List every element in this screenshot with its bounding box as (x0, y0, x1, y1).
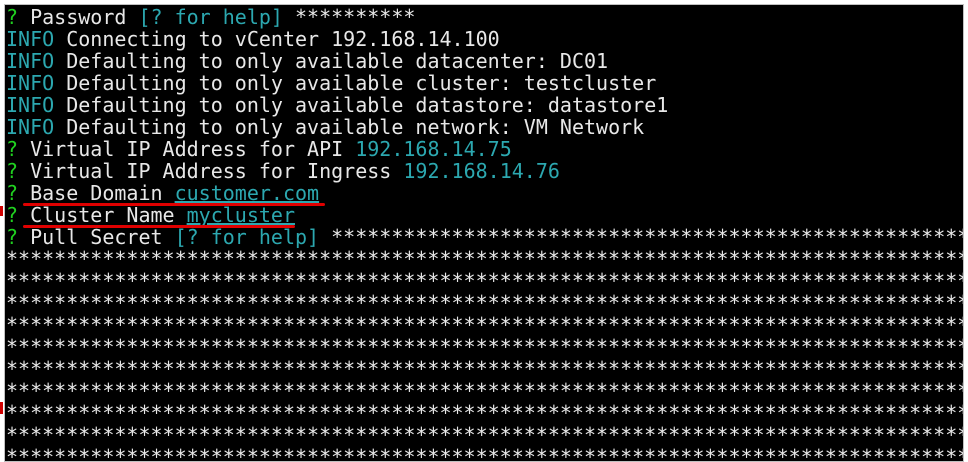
info-text: Defaulting to only available datacenter:… (66, 49, 609, 73)
info-text: Defaulting to only available cluster: te… (66, 71, 657, 95)
masked-secret-row: ****************************************… (6, 248, 963, 270)
vip-api-label: Virtual IP Address for API (30, 137, 344, 161)
info-text: Connecting to vCenter 192.168.14.100 (66, 27, 500, 51)
prompt-mark: ? (6, 159, 19, 183)
prompt-mark: ? (6, 226, 19, 248)
vip-ingress-value: 192.168.14.76 (403, 159, 560, 183)
vip-api-line: ? Virtual IP Address for API 192.168.14.… (5, 138, 963, 160)
base-domain-label: Base Domain (30, 181, 163, 205)
vip-ingress-label: Virtual IP Address for Ingress (30, 159, 392, 183)
masked-secret-row: ****************************************… (6, 358, 963, 380)
vip-api-value: 192.168.14.75 (355, 137, 512, 161)
info-line: INFO Defaulting to only available datast… (5, 94, 963, 116)
prompt-mark: ? (6, 137, 19, 161)
cluster-name-line: ? Cluster Name mycluster (5, 203, 963, 228)
help-hint: [? for help] (138, 5, 283, 29)
info-tag: INFO (6, 93, 55, 117)
masked-secret-row: ****************************************… (6, 380, 963, 402)
info-text: Defaulting to only available datastore: … (66, 93, 669, 117)
cluster-name-label: Cluster Name (30, 203, 175, 227)
base-domain-value: customer.com (174, 181, 320, 205)
terminal-window[interactable]: ? Password [? for help] ********** INFO … (4, 4, 964, 462)
left-edge-marker (0, 402, 3, 414)
masked-secret-row: ****************************************… (6, 336, 963, 358)
masked-secret-row: ****************************************… (6, 270, 963, 292)
pull-secret-label: Pull Secret (30, 226, 163, 248)
masked-secret-row: ****************************************… (6, 424, 963, 446)
prompt-mark: ? (6, 203, 19, 227)
info-line: INFO Defaulting to only available datace… (5, 50, 963, 72)
password-line: ? Password [? for help] ********** (5, 6, 963, 28)
masked-secret-row: ****************************************… (6, 314, 963, 336)
info-line: INFO Defaulting to only available cluste… (5, 72, 963, 94)
info-line: INFO Defaulting to only available networ… (5, 116, 963, 138)
info-text: Defaulting to only available network: VM… (66, 115, 645, 139)
masked-secret-row: ****************************************… (6, 292, 963, 314)
masked-secret-row: ****************************************… (6, 402, 963, 424)
prompt-mark: ? (6, 5, 19, 29)
info-tag: INFO (6, 49, 55, 73)
help-hint: [? for help] (174, 226, 320, 248)
left-edge-marker (0, 206, 3, 216)
info-tag: INFO (6, 71, 55, 95)
pull-secret-line: ? Pull Secret [? for help] *************… (5, 226, 963, 248)
password-value: ********** (295, 5, 416, 29)
info-tag: INFO (6, 27, 55, 51)
cluster-name-value: mycluster (186, 203, 296, 227)
info-tag: INFO (6, 115, 55, 139)
info-line: INFO Connecting to vCenter 192.168.14.10… (5, 28, 963, 50)
base-domain-line: ? Base Domain customer.com (5, 181, 963, 206)
prompt-mark: ? (6, 181, 19, 205)
password-label: Password (30, 5, 127, 29)
masked-secret-row: ****************************************… (6, 446, 963, 462)
pull-secret-value: ****************************************… (331, 226, 963, 248)
vip-ingress-line: ? Virtual IP Address for Ingress 192.168… (5, 160, 963, 182)
